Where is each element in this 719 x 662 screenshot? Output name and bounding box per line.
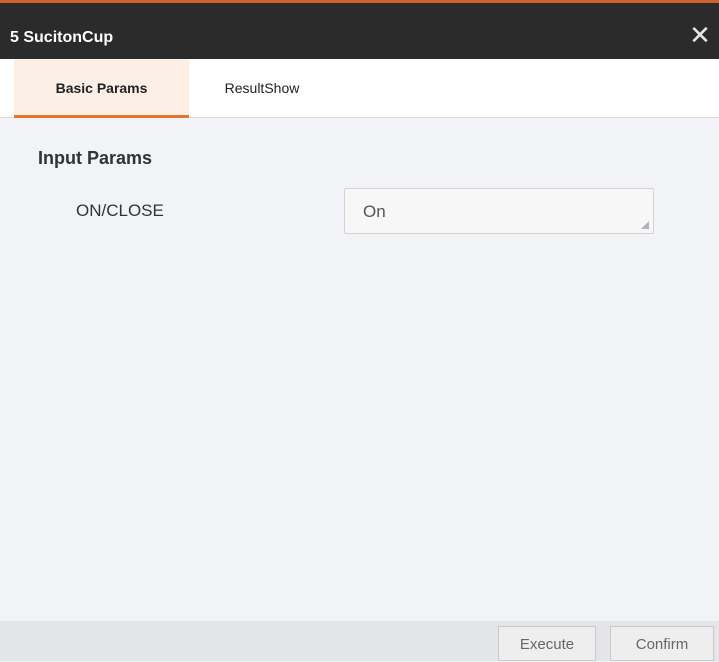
section-title: Input Params: [38, 148, 153, 168]
param-label-on-close: ON/CLOSE: [76, 201, 164, 220]
dropdown-corner-icon: [641, 221, 649, 229]
tab-basic-params[interactable]: Basic Params: [14, 59, 189, 118]
footer-bar: Execute Confirm: [0, 621, 719, 661]
select-value: On: [363, 202, 386, 221]
tab-result-show[interactable]: ResultShow: [189, 59, 335, 118]
dialog-window: 5 SucitonCup ✕ Basic Params ResultShow I…: [0, 0, 719, 661]
tab-bar: Basic Params ResultShow: [0, 59, 719, 118]
confirm-button[interactable]: Confirm: [610, 626, 714, 661]
title-bar: 5 SucitonCup ✕: [0, 0, 719, 59]
close-icon[interactable]: ✕: [689, 22, 711, 48]
execute-button[interactable]: Execute: [498, 626, 596, 661]
on-close-select[interactable]: On: [344, 188, 654, 234]
window-title: 5 SucitonCup: [10, 29, 114, 46]
